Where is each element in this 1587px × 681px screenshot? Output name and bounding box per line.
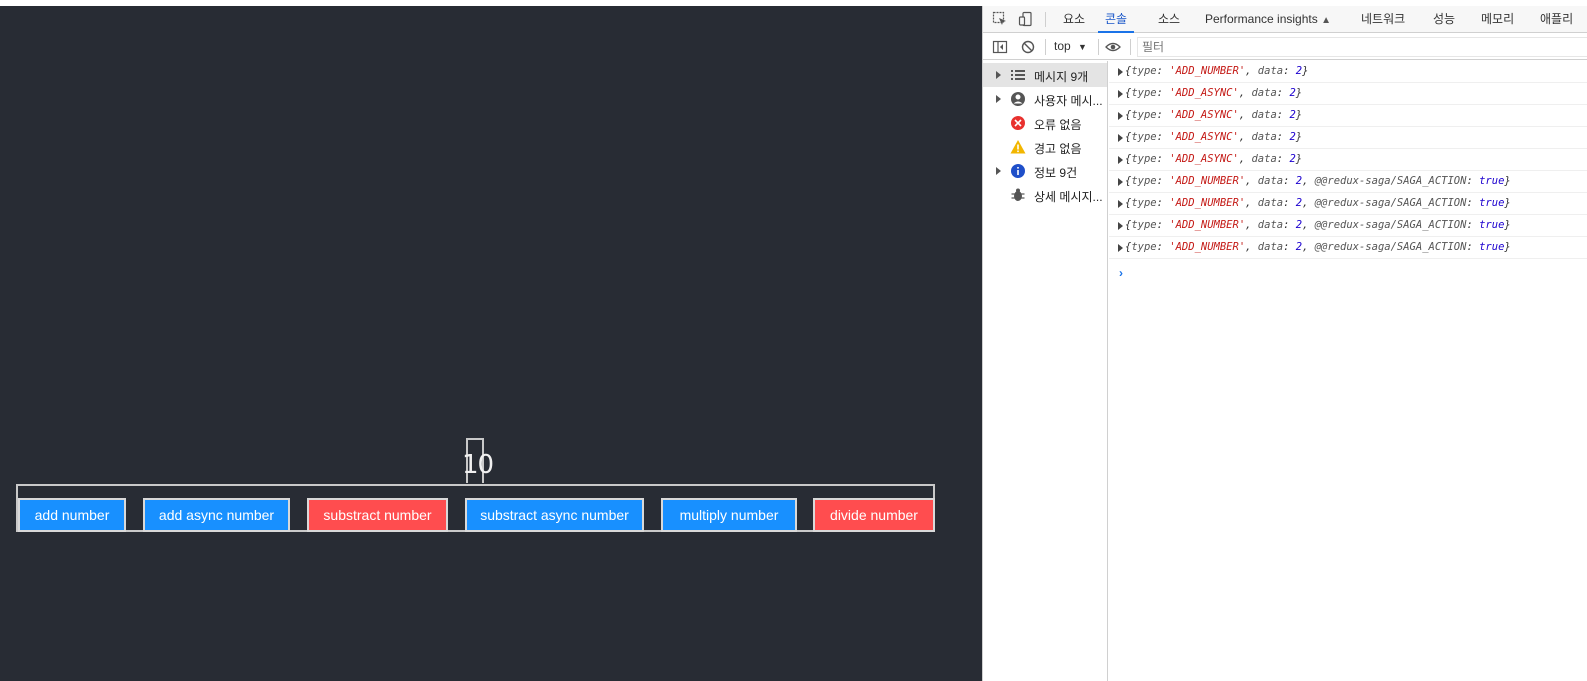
console-log-text: {type: 'ADD_NUMBER', data: 2} (1125, 65, 1309, 77)
tab-performance[interactable]: 성능 (1433, 6, 1455, 33)
error-icon (1011, 116, 1025, 130)
substract-number-button[interactable]: substract number (307, 498, 448, 532)
sidebar-item-label: 사용자 메시... (1034, 94, 1103, 108)
expand-arrow-icon[interactable] (1118, 244, 1123, 252)
live-expression-eye-icon[interactable] (1105, 39, 1121, 55)
toolbar-divider (1045, 39, 1046, 55)
expand-arrow-icon[interactable] (1118, 178, 1123, 186)
expand-arrow-icon[interactable] (1118, 200, 1123, 208)
expand-arrow-icon[interactable] (1118, 222, 1123, 230)
sidebar-item-errors[interactable]: 오류 없음 (983, 111, 1107, 135)
devtools-panel: 요소 콘솔 소스 Performance insights ▲ 네트워크 성능 … (982, 6, 1587, 681)
counter-value: 10 (462, 450, 494, 480)
console-log-text: {type: 'ADD_ASYNC', data: 2} (1125, 131, 1303, 143)
sidebar-item-info[interactable]: 정보 9건 (983, 159, 1107, 183)
flask-icon: ▲ (1321, 15, 1331, 26)
toolbar-divider (1130, 39, 1131, 55)
sidebar-item-label: 경고 없음 (1034, 142, 1082, 156)
context-selector-value: top (1054, 39, 1071, 53)
expand-arrow-icon[interactable] (1118, 90, 1123, 98)
user-icon (1011, 92, 1025, 106)
toolbar-divider (1045, 12, 1046, 27)
console-log-row[interactable]: {type: 'ADD_ASYNC', data: 2} (1109, 105, 1587, 127)
sidebar-toggle-icon[interactable] (992, 39, 1008, 55)
console-toolbar: top ▼ (983, 34, 1587, 60)
expand-arrow-icon[interactable] (1118, 68, 1123, 76)
warning-icon (1010, 140, 1026, 154)
sidebar-item-user-messages[interactable]: 사용자 메시... (983, 87, 1107, 111)
console-log-row[interactable]: {type: 'ADD_NUMBER', data: 2} (1109, 61, 1587, 83)
expand-arrow-icon[interactable] (1118, 134, 1123, 142)
sidebar-item-warnings[interactable]: 경고 없음 (983, 135, 1107, 159)
console-log-row[interactable]: {type: 'ADD_ASYNC', data: 2} (1109, 83, 1587, 105)
tab-memory[interactable]: 메모리 (1481, 6, 1514, 33)
list-icon (1011, 70, 1025, 80)
console-prompt[interactable]: › (1119, 266, 1123, 280)
console-log-row[interactable]: {type: 'ADD_ASYNC', data: 2} (1109, 127, 1587, 149)
inspect-element-icon[interactable] (992, 11, 1008, 27)
substract-async-number-button[interactable]: substract async number (465, 498, 644, 532)
console-log-text: {type: 'ADD_ASYNC', data: 2} (1125, 153, 1303, 165)
device-toolbar-icon[interactable] (1018, 11, 1034, 27)
sidebar-item-label: 상세 메시지... (1034, 190, 1103, 204)
context-selector[interactable]: top ▼ (1054, 39, 1087, 53)
console-log-row[interactable]: {type: 'ADD_ASYNC', data: 2} (1109, 149, 1587, 171)
app-viewport: 10 add number add async number substract… (0, 6, 982, 681)
button-bar: add number add async number substract nu… (16, 484, 935, 532)
tab-elements[interactable]: 요소 (1063, 6, 1085, 33)
tab-performance-insights-label: Performance insights (1205, 12, 1318, 26)
console-log-row[interactable]: {type: 'ADD_NUMBER', data: 2, @@redux-sa… (1109, 171, 1587, 193)
sidebar-item-label: 오류 없음 (1034, 118, 1082, 132)
sidebar-item-label: 정보 9건 (1034, 166, 1078, 180)
info-icon (1011, 164, 1025, 178)
console-log-text: {type: 'ADD_ASYNC', data: 2} (1125, 109, 1303, 121)
console-log-row[interactable]: {type: 'ADD_NUMBER', data: 2, @@redux-sa… (1109, 237, 1587, 259)
bug-icon (1011, 188, 1025, 201)
clear-console-icon[interactable] (1020, 39, 1036, 55)
tab-application[interactable]: 애플리 (1540, 6, 1573, 33)
expand-arrow-icon (996, 71, 1001, 79)
sidebar-item-messages[interactable]: 메시지 9개 (983, 63, 1107, 87)
console-log-row[interactable]: {type: 'ADD_NUMBER', data: 2, @@redux-sa… (1109, 215, 1587, 237)
counter-display: 10 (462, 438, 494, 483)
tab-sources[interactable]: 소스 (1158, 6, 1180, 33)
multiply-number-button[interactable]: multiply number (661, 498, 797, 532)
console-log-text: {type: 'ADD_NUMBER', data: 2, @@redux-sa… (1125, 219, 1511, 231)
sidebar-item-verbose[interactable]: 상세 메시지... (983, 183, 1107, 207)
console-output: {type: 'ADD_NUMBER', data: 2} {type: 'ADD… (1109, 61, 1587, 681)
add-async-number-button[interactable]: add async number (143, 498, 290, 532)
add-number-button[interactable]: add number (18, 498, 126, 532)
console-sidebar: 메시지 9개 사용자 메시... 오류 없음 경고 없음 정보 9건 상세 메시… (983, 61, 1108, 681)
divide-number-button[interactable]: divide number (813, 498, 935, 532)
expand-arrow-icon (996, 95, 1001, 103)
tab-performance-insights[interactable]: Performance insights ▲ (1205, 6, 1331, 33)
devtools-tab-bar: 요소 콘솔 소스 Performance insights ▲ 네트워크 성능 … (983, 6, 1587, 33)
expand-arrow-icon[interactable] (1118, 156, 1123, 164)
tab-network[interactable]: 네트워크 (1361, 6, 1405, 33)
expand-arrow-icon[interactable] (1118, 112, 1123, 120)
sidebar-item-label: 메시지 9개 (1034, 70, 1089, 84)
console-log-text: {type: 'ADD_NUMBER', data: 2, @@redux-sa… (1125, 175, 1511, 187)
expand-arrow-icon (996, 167, 1001, 175)
tab-console[interactable]: 콘솔 (1098, 6, 1135, 33)
filter-input[interactable] (1137, 37, 1587, 57)
toolbar-divider (1098, 39, 1099, 55)
console-log-text: {type: 'ADD_ASYNC', data: 2} (1125, 87, 1303, 99)
console-log-row[interactable]: {type: 'ADD_NUMBER', data: 2, @@redux-sa… (1109, 193, 1587, 215)
console-log-text: {type: 'ADD_NUMBER', data: 2, @@redux-sa… (1125, 197, 1511, 209)
console-log-text: {type: 'ADD_NUMBER', data: 2, @@redux-sa… (1125, 241, 1511, 253)
dropdown-arrow-icon: ▼ (1078, 42, 1087, 52)
